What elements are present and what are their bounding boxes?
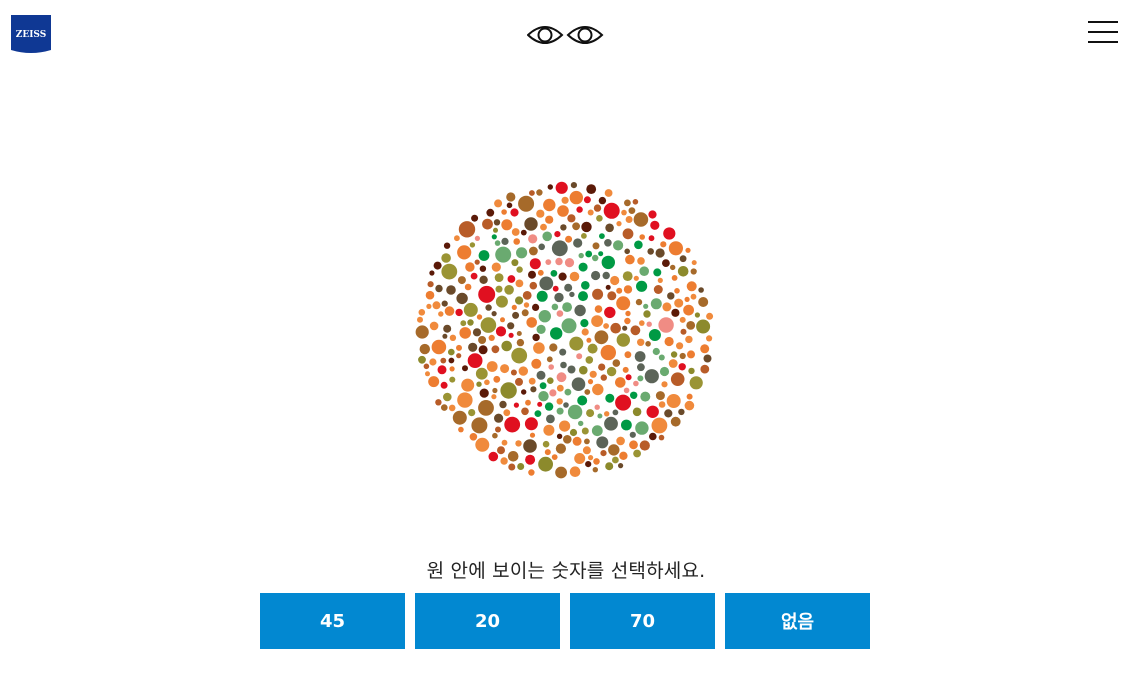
- answer-button-none[interactable]: 없음: [725, 593, 870, 649]
- instruction-text: 원 안에 보이는 숫자를 선택하세요.: [426, 560, 706, 582]
- logo-text: ZEISS: [16, 30, 46, 40]
- answer-button-20[interactable]: 20: [415, 593, 560, 649]
- eyes-icon: [526, 20, 605, 50]
- zeiss-logo[interactable]: ZEISS: [11, 15, 51, 55]
- ishihara-color-plate: [410, 176, 720, 486]
- answer-button-70[interactable]: 70: [570, 593, 715, 649]
- hamburger-menu-icon[interactable]: [1088, 21, 1118, 45]
- answer-button-45[interactable]: 45: [260, 593, 405, 649]
